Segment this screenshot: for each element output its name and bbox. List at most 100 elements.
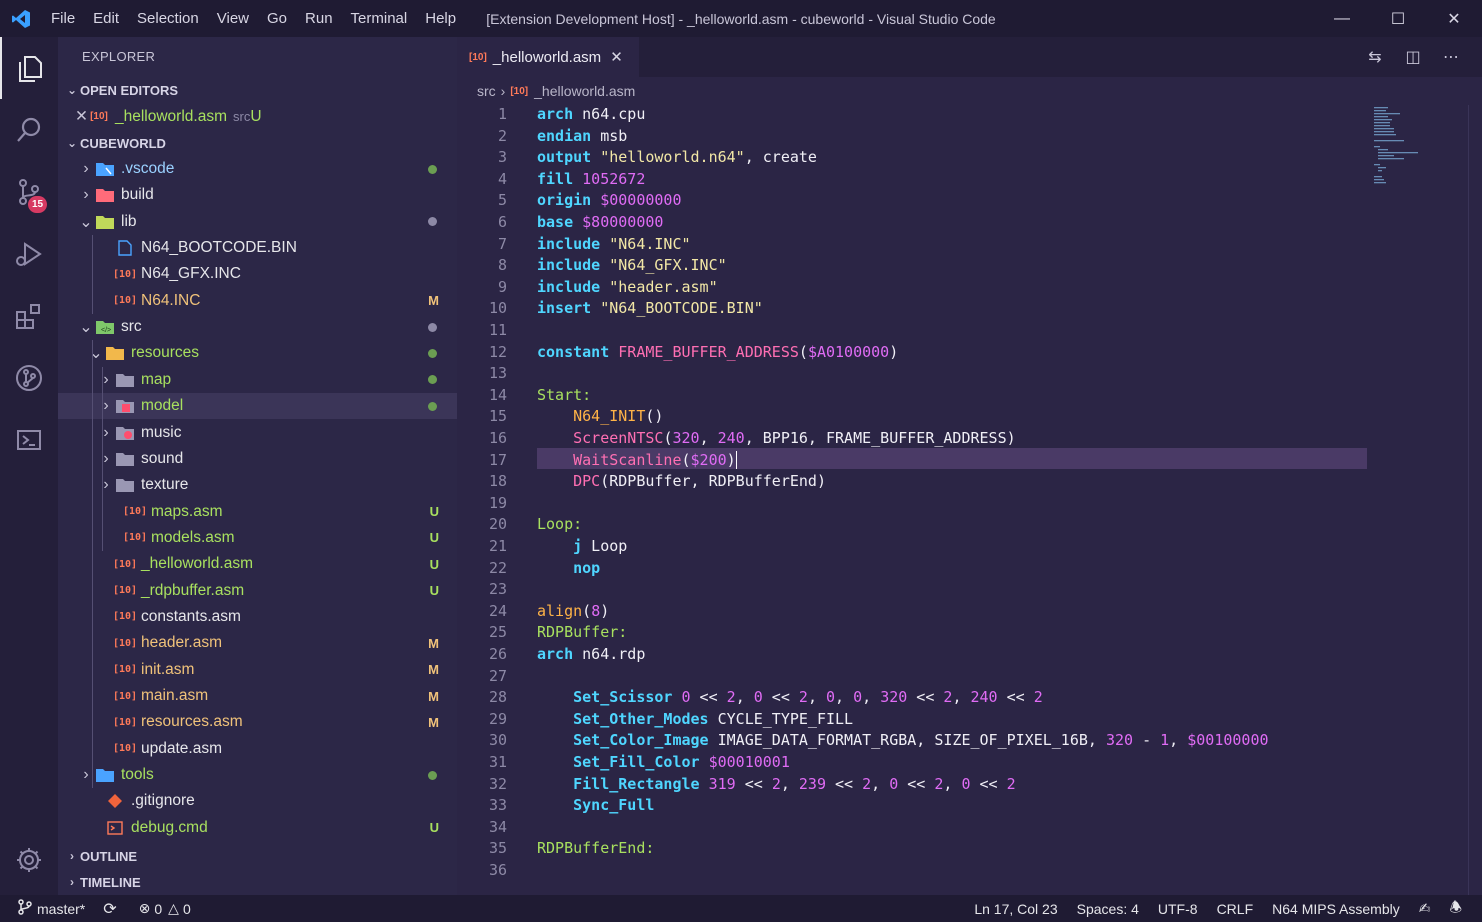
tab-label: _helloworld.asm xyxy=(492,48,602,66)
run-debug-icon[interactable] xyxy=(0,223,58,285)
line-number: 1 xyxy=(497,105,507,123)
sync-icon[interactable]: ⟳ xyxy=(103,899,116,919)
language-mode[interactable]: N64 MIPS Assembly xyxy=(1272,901,1400,917)
compare-changes-icon[interactable]: ⇆ xyxy=(1356,47,1394,67)
tree-item[interactable]: [10] update.asm xyxy=(58,736,457,762)
menu-file[interactable]: File xyxy=(42,10,84,27)
tree-item[interactable]: › model xyxy=(58,393,457,420)
tree-item[interactable]: › music xyxy=(58,420,457,446)
chevron-right-icon: › xyxy=(70,849,74,863)
tree-item-label: header.asm xyxy=(141,634,222,652)
tree-item[interactable]: .gitignore xyxy=(58,788,457,814)
cursor-position[interactable]: Ln 17, Col 23 xyxy=(974,901,1057,917)
code-line: constant FRAME_BUFFER_ADDRESS($A0100000) xyxy=(537,342,899,361)
tree-item[interactable]: [10] models.asm U xyxy=(58,525,457,551)
tree-item[interactable]: [10] resources.asm M xyxy=(58,709,457,735)
asm-file-icon: [10] xyxy=(510,85,529,97)
chevron-right-icon: › xyxy=(103,423,109,441)
tree-item[interactable]: [10] constants.asm xyxy=(58,604,457,630)
tree-item[interactable]: debug.cmd U xyxy=(58,815,457,841)
line-number: 19 xyxy=(488,493,507,512)
tree-item[interactable]: [10] N64.INC M xyxy=(58,288,457,314)
timeline-header[interactable]: › TIMELINE xyxy=(58,869,457,895)
split-editor-icon[interactable]: ◫ xyxy=(1394,47,1432,67)
extensions-icon[interactable] xyxy=(0,285,58,347)
folder-icon xyxy=(104,346,126,361)
close-icon[interactable]: ✕ xyxy=(1426,0,1482,37)
tree-item[interactable]: ⌄ </> src xyxy=(58,314,457,340)
outline-header[interactable]: › OUTLINE xyxy=(58,843,457,869)
end-of-line[interactable]: CRLF xyxy=(1217,901,1254,917)
explorer-icon[interactable] xyxy=(0,37,58,99)
settings-gear-icon[interactable] xyxy=(0,829,58,891)
modified-dot-indicator xyxy=(428,322,437,332)
tree-item[interactable]: › build xyxy=(58,182,457,208)
modified-dot-indicator xyxy=(428,401,437,411)
code-line: align(8) xyxy=(537,601,610,620)
code-line: include "header.asm" xyxy=(537,277,718,296)
indentation[interactable]: Spaces: 4 xyxy=(1077,901,1139,917)
tree-item[interactable]: [10] header.asm M xyxy=(58,630,457,656)
breadcrumb-src[interactable]: src xyxy=(477,83,496,99)
tree-item[interactable]: › .vscode xyxy=(58,156,457,182)
tree-item[interactable]: [10] main.asm M xyxy=(58,683,457,709)
line-number: 15 xyxy=(488,407,507,426)
breadcrumb-file[interactable]: _helloworld.asm xyxy=(534,83,635,99)
line-number: 25 xyxy=(488,623,507,642)
vscode-logo-icon xyxy=(0,0,42,37)
error-count[interactable]: 0 xyxy=(154,901,162,917)
asm-file-icon: [10] xyxy=(112,637,138,649)
tree-item[interactable]: › map xyxy=(58,367,457,393)
line-number: 7 xyxy=(497,234,507,253)
maximize-icon[interactable]: ☐ xyxy=(1370,0,1426,37)
indent-guide xyxy=(92,340,93,789)
tree-item[interactable]: N64_BOOTCODE.BIN xyxy=(58,235,457,261)
warning-count[interactable]: 0 xyxy=(183,901,191,917)
menu-selection[interactable]: Selection xyxy=(128,10,208,27)
git-file-icon xyxy=(104,794,126,809)
line-number: 8 xyxy=(497,256,507,275)
tree-item[interactable]: [10] _helloworld.asm U xyxy=(58,551,457,577)
tree-item[interactable]: ⌄ resources xyxy=(58,340,457,366)
menu-view[interactable]: View xyxy=(208,10,258,27)
tree-item[interactable]: [10] _rdpbuffer.asm U xyxy=(58,578,457,604)
tree-item-label: _helloworld.asm xyxy=(141,555,253,573)
menu-help[interactable]: Help xyxy=(416,10,465,27)
menu-terminal[interactable]: Terminal xyxy=(342,10,417,27)
tree-item[interactable]: [10] maps.asm U xyxy=(58,499,457,525)
minimap[interactable] xyxy=(1372,105,1462,185)
more-actions-icon[interactable]: ⋯ xyxy=(1432,47,1470,67)
folder-icon xyxy=(94,162,116,176)
terminal-panel-icon[interactable] xyxy=(0,409,58,471)
menu-run[interactable]: Run xyxy=(296,10,342,27)
close-tab-icon[interactable]: ✕ xyxy=(610,48,623,66)
minimize-icon[interactable]: — xyxy=(1314,0,1370,37)
open-editors-header[interactable]: ⌄ OPEN EDITORS xyxy=(58,77,457,103)
menu-go[interactable]: Go xyxy=(258,10,296,27)
tab-helloworld[interactable]: [10] _helloworld.asm ✕ xyxy=(457,37,639,77)
asm-file-icon: [10] xyxy=(90,111,108,122)
open-editor-item[interactable]: ✕ [10] _helloworld.asm src U xyxy=(58,103,457,130)
git-branch[interactable]: master* xyxy=(37,901,85,917)
code-line: Set_Fill_Color $00010001 xyxy=(573,753,790,771)
tree-item[interactable]: › sound xyxy=(58,446,457,472)
close-editor-icon[interactable]: ✕ xyxy=(58,107,88,126)
notifications-bell-icon[interactable]: 🕭 xyxy=(1449,897,1462,921)
source-control-icon[interactable]: 15 xyxy=(0,161,58,223)
tree-item[interactable]: › tools xyxy=(58,762,457,788)
git-status-badge: U xyxy=(429,556,439,572)
line-number: 17 xyxy=(488,450,507,469)
search-icon[interactable] xyxy=(0,99,58,161)
tree-item[interactable]: › texture xyxy=(58,472,457,498)
folder-icon: </> xyxy=(94,320,116,335)
git-branch-icon xyxy=(18,899,32,918)
feedback-icon[interactable]: ✍ xyxy=(1419,900,1431,917)
tree-item[interactable]: [10] init.asm M xyxy=(58,657,457,683)
vertical-scrollbar[interactable] xyxy=(1468,105,1482,895)
git-graph-icon[interactable] xyxy=(0,347,58,409)
tree-item[interactable]: [10] N64_GFX.INC xyxy=(58,261,457,287)
tree-item[interactable]: ⌄ lib xyxy=(58,209,457,235)
workspace-header[interactable]: ⌄ CUBEWORLD xyxy=(58,130,457,156)
encoding[interactable]: UTF-8 xyxy=(1158,901,1198,917)
menu-edit[interactable]: Edit xyxy=(84,10,128,27)
